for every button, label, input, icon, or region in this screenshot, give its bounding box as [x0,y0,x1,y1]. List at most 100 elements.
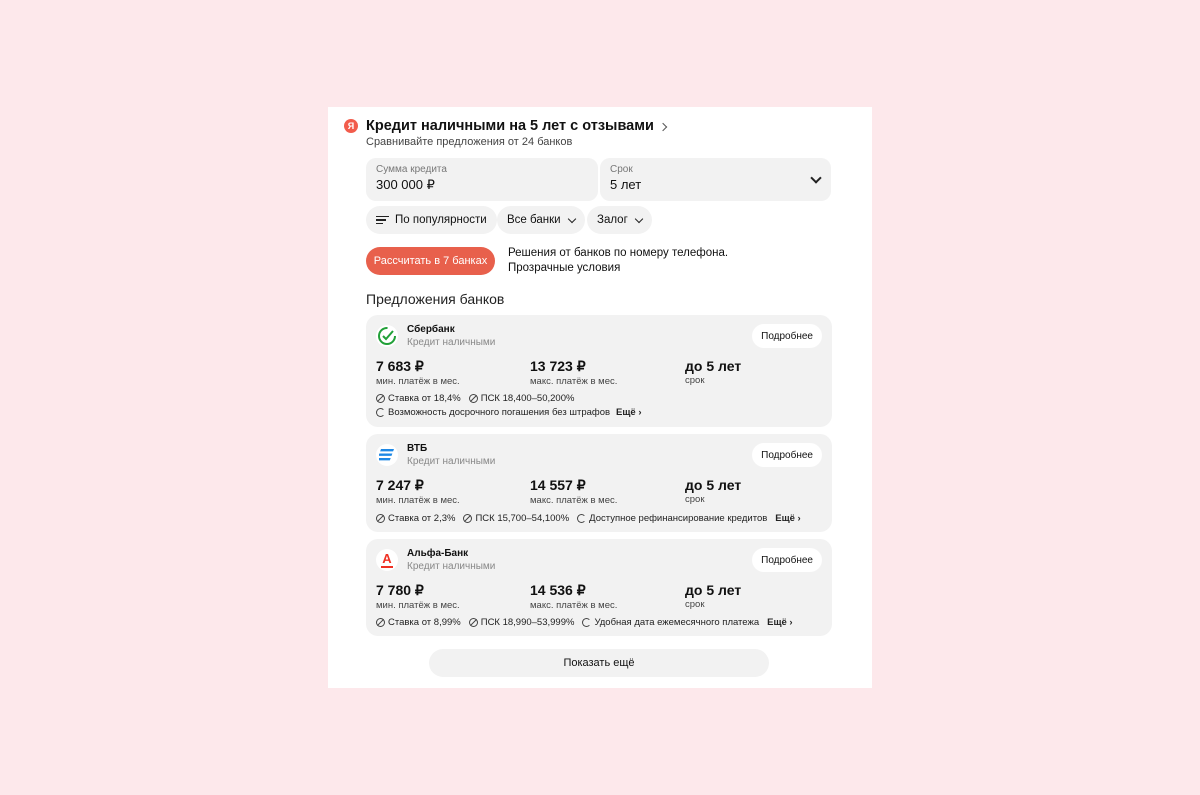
term-value: до 5 лет [685,477,742,493]
details-button[interactable]: Подробнее [752,443,822,467]
calculate-button[interactable]: Рассчитать в 7 банках [366,247,495,275]
offer-features-row: Ставка от 8,99% ПСК 18,990–53,999% Удобн… [376,617,793,628]
psk-item: ПСК 18,990–53,999% [468,617,575,628]
feature-item: Возможность досрочного погашения без штр… [376,407,610,418]
loan-type: Кредит наличными [407,456,496,467]
percent-icon [376,394,385,403]
bank-name: Альфа-Банк [407,548,469,559]
refresh-icon [582,618,592,627]
rate-text: Ставка от 18,4% [388,393,461,404]
term: до 5 лет срок [685,358,741,386]
loan-type: Кредит наличными [407,561,496,572]
chevron-down-icon [567,214,576,223]
rate-item: Ставка от 8,99% [376,617,461,628]
term: до 5 лет срок [685,477,741,505]
min-payment: 7 780 ₽ мин. платёж в мес. [376,582,460,611]
min-payment-value: 7 247 ₽ [376,477,424,493]
widget-title-link[interactable]: Кредит наличными на 5 лет с отзывами [366,118,668,134]
max-payment-caption: макс. платёж в мес. [530,600,618,611]
percent-icon [468,618,478,627]
feature-text: Возможность досрочного погашения без штр… [388,407,611,418]
max-payment-value: 14 557 ₽ [530,477,586,493]
chevron-down-icon [634,214,644,223]
promo-line-2: Прозрачные условия [508,261,621,274]
sort-icon [376,215,389,225]
vtb-logo-icon [376,444,398,466]
bank-name: ВТБ [407,443,428,454]
rate-text: Ставка от 2,3% [388,513,456,524]
alfabank-logo-letter: А [381,551,393,568]
offer-features-row-1: Ставка от 18,4% ПСК 18,400–50,200% [376,393,574,404]
percent-icon [376,514,385,523]
details-button[interactable]: Подробнее [752,324,822,348]
widget-title[interactable]: Кредит наличными на 5 лет с отзывами [366,118,654,134]
offer-features-row-2: Возможность досрочного погашения без штр… [376,407,642,418]
more-link[interactable]: Ещё › [775,513,800,524]
min-payment-value: 7 780 ₽ [376,582,424,598]
sberbank-logo-icon [376,325,398,347]
all-banks-filter[interactable]: Все банки [497,206,585,234]
feature-text: Доступное рефинансирование кредитов [589,513,768,524]
max-payment-value: 13 723 ₽ [530,358,586,374]
loan-term-select[interactable]: Срок 5 лет [600,158,831,201]
rate-text: Ставка от 8,99% [388,617,461,628]
offer-card-sberbank[interactable]: Сбербанк Кредит наличными Подробнее 7 68… [366,315,832,427]
min-payment-caption: мин. платёж в мес. [376,600,460,611]
percent-icon [376,618,385,627]
feature-item: Доступное рефинансирование кредитов [577,513,767,524]
term-caption: срок [685,599,705,610]
min-payment: 7 683 ₽ мин. платёж в мес. [376,358,460,387]
alfabank-logo-icon: А [376,549,398,571]
loan-amount-input[interactable]: 300 000 ₽ [376,177,588,193]
promo-line-1: Решения от банков по номеру телефона. [508,247,729,259]
details-button[interactable]: Подробнее [752,548,822,572]
yandex-logo-icon: Я [344,119,358,133]
percent-icon [463,514,473,523]
max-payment: 13 723 ₽ макс. платёж в мес. [530,358,617,387]
term-caption: срок [685,494,705,505]
collateral-filter[interactable]: Залог [587,206,652,234]
psk-item: ПСК 15,700–54,100% [463,513,569,524]
loan-type: Кредит наличными [407,337,496,348]
min-payment: 7 247 ₽ мин. платёж в мес. [376,477,460,506]
percent-icon [468,394,478,403]
max-payment: 14 557 ₽ макс. платёж в мес. [530,477,617,506]
psk-item: ПСК 18,400–50,200% [468,393,575,404]
rate-item: Ставка от 2,3% [376,513,455,524]
min-payment-caption: мин. платёж в мес. [376,376,460,387]
sort-label: По популярности [395,214,487,226]
psk-text: ПСК 18,400–50,200% [480,393,575,404]
more-link[interactable]: Ещё › [767,617,792,628]
feature-item: Удобная дата ежемесячного платежа [582,617,759,628]
max-payment: 14 536 ₽ макс. платёж в мес. [530,582,617,611]
loan-amount-field[interactable]: Сумма кредита 300 000 ₽ [366,158,598,201]
loan-term-label: Срок [610,164,633,175]
refresh-icon [577,514,587,523]
promo-text: Решения от банков по номеру телефона. Пр… [508,246,728,275]
offer-features-row: Ставка от 2,3% ПСК 15,700–54,100% Доступ… [376,513,801,524]
chevron-right-icon [658,122,668,131]
loan-amount-label: Сумма кредита [376,164,447,175]
term-value: до 5 лет [685,582,742,598]
widget-subtitle: Сравнивайте предложения от 24 банков [366,136,573,148]
min-payment-value: 7 683 ₽ [376,358,424,374]
more-link[interactable]: Ещё › [616,407,641,418]
term: до 5 лет срок [685,582,741,610]
psk-text: ПСК 15,700–54,100% [475,513,570,524]
term-caption: срок [685,375,705,386]
term-value: до 5 лет [685,358,742,374]
offer-card-alfabank[interactable]: А Альфа-Банк Кредит наличными Подробнее … [366,539,832,636]
loan-term-value[interactable]: 5 лет [610,177,821,192]
offer-card-vtb[interactable]: ВТБ Кредит наличными Подробнее 7 247 ₽ м… [366,434,832,532]
collateral-label: Залог [597,214,628,226]
psk-text: ПСК 18,990–53,999% [480,617,575,628]
max-payment-caption: макс. платёж в мес. [530,376,618,387]
section-title: Предложения банков [366,291,505,307]
min-payment-caption: мин. платёж в мес. [376,495,460,506]
feature-text: Удобная дата ежемесячного платежа [594,617,760,628]
refresh-icon [376,408,385,417]
max-payment-value: 14 536 ₽ [530,582,586,598]
search-widget: Я Кредит наличными на 5 лет с отзывами С… [328,107,872,688]
show-more-button[interactable]: Показать ещё [429,649,769,677]
sort-popularity-chip[interactable]: По популярности [366,206,497,234]
